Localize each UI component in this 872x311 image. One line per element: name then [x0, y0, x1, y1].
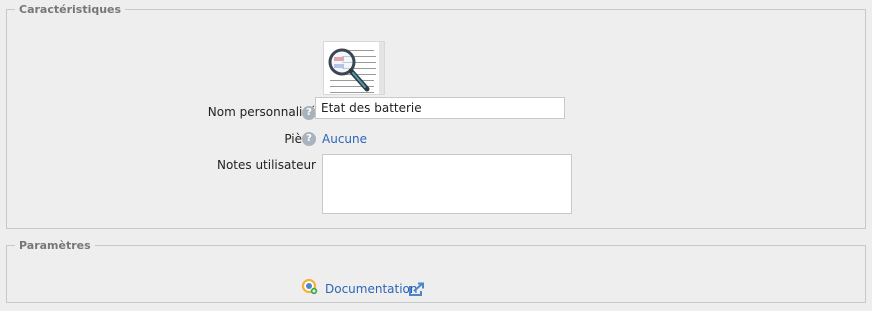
custom-name-input[interactable] [315, 97, 565, 119]
battery-status-preview-icon[interactable] [323, 41, 385, 95]
magnifier-icon [328, 48, 370, 92]
help-icon[interactable]: ? [302, 106, 316, 120]
parameters-section: Paramètres Documentation [6, 239, 866, 303]
external-link-icon[interactable] [409, 282, 425, 296]
documentation-link[interactable]: Documentation [325, 282, 418, 296]
user-notes-textarea[interactable] [322, 154, 572, 214]
characteristics-legend: Caractéristiques [19, 3, 122, 16]
custom-name-label: Nom personnalisé [207, 105, 316, 119]
parameters-legend: Paramètres [19, 239, 91, 252]
help-icon[interactable]: ? [302, 132, 316, 146]
documentation-icon [302, 279, 318, 295]
user-notes-label: Notes utilisateur [216, 158, 316, 172]
room-link[interactable]: Aucune [322, 132, 367, 146]
